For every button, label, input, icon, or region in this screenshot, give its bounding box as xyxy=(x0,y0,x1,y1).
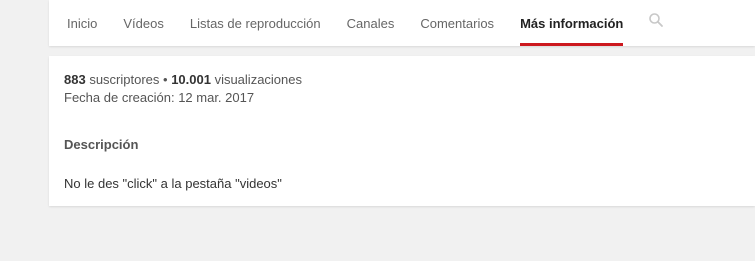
channel-stats: 883 suscriptores • 10.001 visualizacione… xyxy=(64,71,302,107)
creation-date: Fecha de creación: 12 mar. 2017 xyxy=(64,89,302,107)
view-label: visualizaciones xyxy=(210,72,302,87)
search-icon xyxy=(649,13,664,27)
tab-comentarios[interactable]: Comentarios xyxy=(407,0,507,46)
tab-mas-informacion[interactable]: Más información xyxy=(507,0,636,46)
stats-separator: • xyxy=(159,72,172,87)
description-heading: Descripción xyxy=(64,137,139,152)
tab-inicio[interactable]: Inicio xyxy=(54,0,110,46)
creation-date-value: 12 mar. 2017 xyxy=(178,90,255,105)
channel-search-button[interactable] xyxy=(636,0,672,46)
subscriber-count: 883 xyxy=(64,72,86,87)
tab-videos[interactable]: Vídeos xyxy=(110,0,176,46)
about-panel: 883 suscriptores • 10.001 visualizacione… xyxy=(49,56,755,206)
view-count: 10.001 xyxy=(171,72,211,87)
creation-date-label: Fecha de creación: xyxy=(64,90,179,105)
tab-playlists[interactable]: Listas de reproducción xyxy=(177,0,334,46)
stats-line: 883 suscriptores • 10.001 visualizacione… xyxy=(64,71,302,89)
channel-tab-bar: Inicio Vídeos Listas de reproducción Can… xyxy=(49,0,755,46)
description-text: No le des "click" a la pestaña "videos" xyxy=(64,176,282,191)
tab-list: Inicio Vídeos Listas de reproducción Can… xyxy=(54,0,672,46)
subscriber-label: suscriptores xyxy=(85,72,160,87)
tab-canales[interactable]: Canales xyxy=(334,0,408,46)
